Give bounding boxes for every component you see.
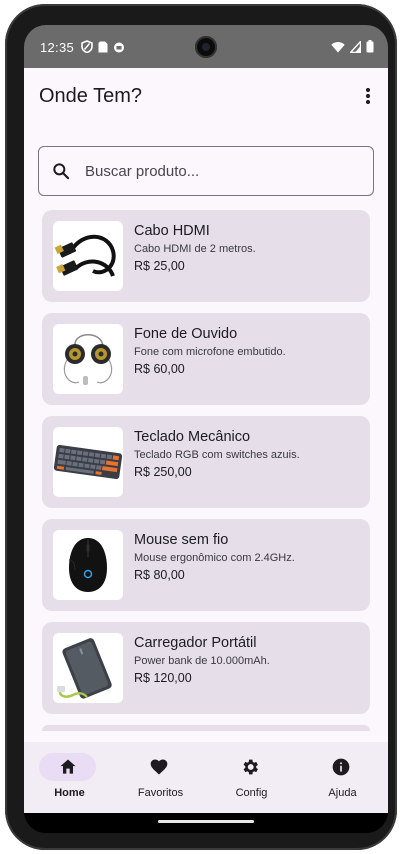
front-camera (195, 36, 217, 58)
product-description: Cabo HDMI de 2 metros. (134, 243, 256, 255)
product-image-earphones (53, 324, 123, 394)
gesture-navigation-bar (24, 813, 388, 833)
product-card-partial[interactable] (42, 725, 370, 731)
product-price: R$ 25,00 (134, 259, 185, 273)
product-card-teclado-mecanico[interactable]: Teclado Mecânico Teclado RGB com switche… (42, 416, 370, 508)
page-title: Onde Tem? (39, 85, 143, 107)
nav-label: Home (54, 787, 85, 799)
nav-item-home[interactable]: Home (24, 742, 115, 813)
search-input[interactable] (85, 162, 335, 180)
product-name: Mouse sem fio (134, 532, 229, 548)
product-name: Teclado Mecânico (134, 429, 251, 445)
status-bar: 12:35 (24, 25, 388, 68)
nav-item-ajuda[interactable]: Ajuda (297, 742, 388, 813)
product-card-fone-de-ouvido[interactable]: Fone de Ouvido Fone com microfone embuti… (42, 313, 370, 405)
product-image-mouse (53, 530, 123, 600)
product-name: Fone de Ouvido (134, 326, 238, 342)
gear-icon (243, 759, 258, 775)
search-field[interactable] (38, 146, 374, 196)
overflow-menu-button[interactable] (356, 84, 380, 108)
nav-item-config[interactable]: Config (206, 742, 297, 813)
phone-screen: 12:35 Onde Tem? Buscar produto... Cabo H… (24, 25, 388, 833)
product-list: Cabo HDMI Cabo HDMI de 2 metros. R$ 25,0… (42, 210, 370, 731)
product-price: R$ 120,00 (134, 671, 192, 685)
product-card-mouse-sem-fio[interactable]: Mouse sem fio Mouse ergonômico com 2.4GH… (42, 519, 370, 611)
product-price: R$ 250,00 (134, 465, 192, 479)
battery-icon (366, 40, 374, 53)
top-app-bar: Onde Tem? (24, 68, 388, 124)
product-card-cabo-hdmi[interactable]: Cabo HDMI Cabo HDMI de 2 metros. R$ 25,0… (42, 210, 370, 302)
home-gesture-handle[interactable] (158, 820, 254, 823)
product-name: Cabo HDMI (134, 223, 210, 239)
product-description: Power bank de 10.000mAh. (134, 655, 270, 667)
product-image-keyboard (53, 427, 123, 497)
product-description: Fone com microfone embutido. (134, 346, 286, 358)
heart-icon (150, 759, 168, 775)
home-icon (60, 759, 76, 774)
product-name: Carregador Portátil (134, 635, 257, 651)
wifi-icon (331, 41, 345, 52)
vpn-icon (114, 42, 124, 52)
product-image-hdmi-cable (53, 221, 123, 291)
nav-label: Config (235, 787, 268, 799)
product-image-power-bank (53, 633, 123, 703)
nav-item-favoritos[interactable]: Favoritos (115, 742, 206, 813)
nav-label: Favoritos (137, 787, 184, 799)
signal-icon (350, 40, 361, 53)
product-description: Teclado RGB com switches azuis. (134, 449, 300, 461)
product-card-carregador-portatil[interactable]: Carregador Portátil Power bank de 10.000… (42, 622, 370, 714)
product-description: Mouse ergonômico com 2.4GHz. (134, 552, 295, 564)
shield-icon (81, 40, 93, 53)
info-icon (332, 758, 350, 776)
product-price: R$ 80,00 (134, 568, 185, 582)
status-time: 12:35 (40, 40, 75, 55)
app-content: Onde Tem? Buscar produto... Cabo HDMI Ca… (24, 68, 388, 813)
bottom-navigation: Home Favoritos Config Ajuda (24, 742, 388, 813)
sim-card-icon (98, 41, 108, 52)
search-icon (53, 163, 70, 180)
product-price: R$ 60,00 (134, 362, 185, 376)
more-vert-icon (366, 88, 370, 104)
phone-frame: 12:35 Onde Tem? Buscar produto... Cabo H… (5, 4, 397, 850)
nav-label: Ajuda (328, 787, 357, 799)
